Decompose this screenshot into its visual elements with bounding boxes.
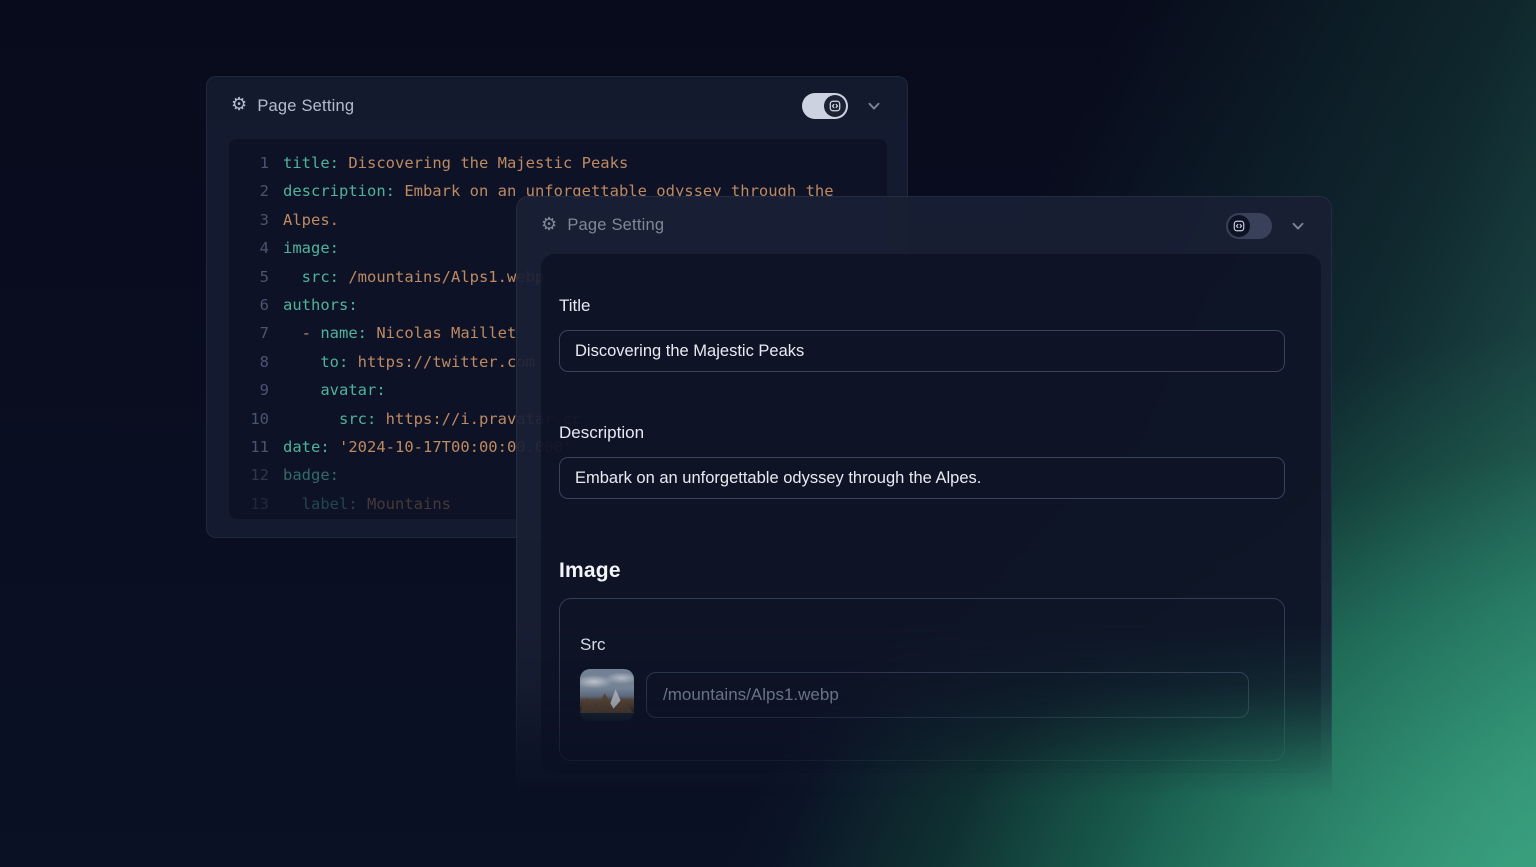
line-number: 4 — [243, 234, 269, 262]
line-number: 5 — [243, 263, 269, 291]
line-number: 1 — [243, 149, 269, 177]
code-text: - name: Nicolas Maillet — [283, 319, 516, 347]
line-number: 3 — [243, 206, 269, 234]
page-settings-form: Title Description Image Src — [541, 254, 1321, 773]
gear-icon: ⚙ — [541, 216, 557, 234]
code-panel-header: ⚙ Page Setting — [207, 77, 907, 135]
image-thumbnail-preview[interactable] — [580, 669, 634, 721]
code-text: authors: — [283, 291, 358, 319]
code-text: to: https://twitter.com — [283, 348, 535, 376]
title-input[interactable] — [559, 330, 1285, 372]
line-number: 6 — [243, 291, 269, 319]
thumbnail-sky-clouds — [580, 671, 634, 689]
code-panel-title-group: ⚙ Page Setting — [231, 97, 802, 116]
line-number: 12 — [243, 461, 269, 489]
code-text: title: Discovering the Majestic Peaks — [283, 149, 628, 177]
toggle-knob — [1228, 215, 1250, 237]
line-number: 7 — [243, 319, 269, 347]
thumbnail-mountain-ridge — [580, 691, 634, 713]
line-number: 2 — [243, 177, 269, 205]
gear-icon: ⚙ — [231, 96, 247, 114]
image-section-heading: Image — [559, 559, 1285, 583]
line-number: 13 — [243, 490, 269, 518]
image-src-input[interactable] — [646, 672, 1249, 718]
line-number: 10 — [243, 405, 269, 433]
code-text: label: Mountains — [283, 490, 451, 518]
code-view-toggle[interactable] — [1226, 213, 1272, 239]
code-block-icon — [1232, 219, 1246, 233]
src-field-label: Src — [580, 635, 1249, 655]
description-input[interactable] — [559, 457, 1285, 499]
code-text: avatar: — [283, 376, 386, 404]
code-view-toggle[interactable] — [802, 93, 848, 119]
line-number: 8 — [243, 348, 269, 376]
chevron-down-icon[interactable] — [865, 97, 883, 115]
panel-title: Page Setting — [257, 97, 354, 116]
code-text: badge: — [283, 461, 339, 489]
code-line: 1 title: Discovering the Majestic Peaks — [243, 149, 873, 177]
app-background: ⚙ Page Setting 1title: Discovering th — [0, 0, 1536, 867]
code-text: src: /mountains/Alps1.webp — [283, 263, 544, 291]
line-number: 11 — [243, 433, 269, 461]
toggle-knob — [824, 95, 846, 117]
form-panel-title-group: ⚙ Page Setting — [541, 216, 1226, 235]
image-settings-card: Src — [559, 598, 1285, 761]
form-panel: ⚙ Page Setting Title — [516, 196, 1332, 808]
panel-title: Page Setting — [567, 216, 664, 235]
title-field-label: Title — [559, 296, 1285, 316]
code-text: Alpes. — [283, 206, 339, 234]
description-field-label: Description — [559, 423, 1285, 443]
line-number: 9 — [243, 376, 269, 404]
code-text: image: — [283, 234, 339, 262]
form-panel-header: ⚙ Page Setting — [517, 197, 1331, 254]
code-block-icon — [828, 99, 842, 113]
chevron-down-icon[interactable] — [1289, 217, 1307, 235]
